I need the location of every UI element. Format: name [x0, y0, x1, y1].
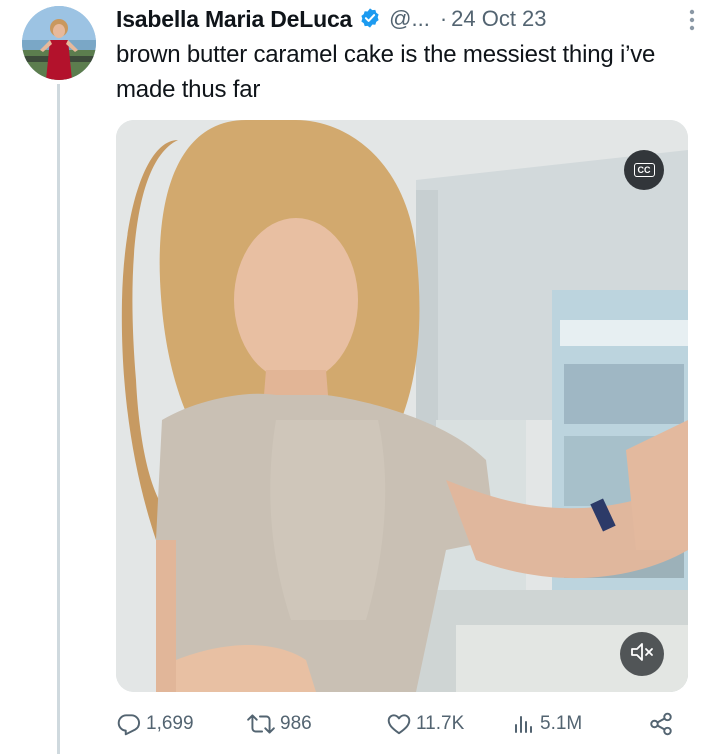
share-icon — [650, 712, 672, 736]
reply-count: 1,699 — [146, 713, 194, 734]
tweet-header: Isabella Maria DeLuca @... · 24 Oct 23 — [116, 4, 696, 34]
avatar-image — [22, 6, 96, 80]
more-vertical-icon[interactable] — [688, 8, 696, 37]
thread-line — [57, 84, 60, 754]
views-button[interactable]: 5.1M — [512, 706, 582, 742]
retweet-count: 986 — [280, 713, 312, 734]
author-name[interactable]: Isabella Maria DeLuca — [116, 6, 352, 33]
retweet-button[interactable]: 986 — [246, 706, 312, 742]
video-player[interactable]: CC — [116, 120, 688, 692]
captions-button[interactable]: CC — [624, 150, 664, 190]
view-count: 5.1M — [540, 713, 583, 734]
mute-toggle-button[interactable] — [620, 632, 664, 676]
captions-label: CC — [633, 163, 655, 177]
tweet-actions: 1,699 986 11.7K 5.1M — [116, 706, 688, 742]
share-button[interactable] — [648, 706, 678, 742]
heart-icon — [387, 714, 411, 735]
reply-button[interactable]: 1,699 — [116, 706, 194, 742]
video-frame — [116, 120, 688, 692]
retweet-icon — [247, 714, 275, 734]
speaker-muted-icon — [629, 641, 655, 668]
views-icon — [515, 716, 532, 733]
tweet-date[interactable]: 24 Oct 23 — [451, 6, 546, 32]
like-count: 11.7K — [416, 713, 465, 734]
author-handle[interactable]: @... — [389, 6, 430, 32]
avatar[interactable] — [22, 6, 96, 80]
separator-dot: · — [439, 6, 448, 31]
verified-badge-icon — [359, 7, 381, 34]
reply-icon — [117, 714, 141, 736]
like-button[interactable]: 11.7K — [386, 706, 464, 742]
tweet-text: brown butter caramel cake is the messies… — [116, 41, 656, 103]
